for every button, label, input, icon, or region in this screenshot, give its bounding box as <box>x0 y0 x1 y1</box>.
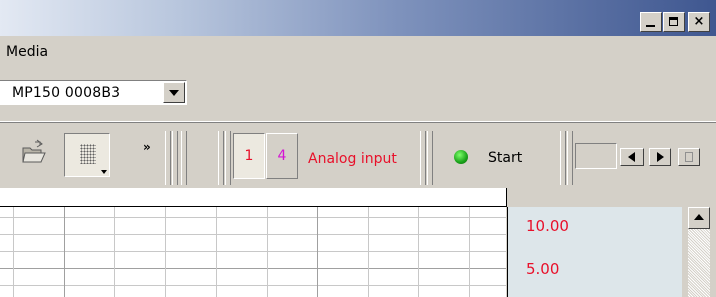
grid-line <box>0 234 506 235</box>
scale-panel: 10.00 5.00 <box>507 207 682 297</box>
maximize-button[interactable] <box>663 12 685 32</box>
device-select[interactable]: MP150 0008B3 <box>0 80 187 105</box>
grid-line <box>0 268 506 269</box>
device-select-value: MP150 0008B3 <box>12 85 121 101</box>
grid-line <box>267 207 268 297</box>
arrow-right-icon <box>657 152 664 162</box>
grid-line <box>216 207 217 297</box>
arrow-up-icon <box>694 214 704 220</box>
toolbar-grip[interactable] <box>420 131 426 185</box>
grid-line <box>418 207 419 297</box>
close-button[interactable]: × <box>688 12 710 32</box>
title-bar: × <box>0 0 716 36</box>
grid-line <box>64 207 65 297</box>
toolbar-grip[interactable] <box>567 131 573 185</box>
grid-line <box>317 207 318 297</box>
extra-button[interactable] <box>678 148 700 166</box>
channel-1-label: 1 <box>244 148 254 164</box>
grid-line <box>0 251 506 252</box>
channel-4-label: 4 <box>277 148 287 164</box>
close-icon: × <box>693 14 705 29</box>
analog-input-label: Analog input <box>308 151 397 167</box>
previous-button[interactable] <box>620 148 644 166</box>
toolbar-overflow-icon[interactable]: » <box>143 140 151 154</box>
grid-line <box>368 207 369 297</box>
grid-line <box>13 207 14 297</box>
window-controls: × <box>639 12 710 32</box>
channel-1-button[interactable]: 1 <box>233 133 265 179</box>
toolbar-separator <box>181 131 187 185</box>
window-border <box>711 207 716 297</box>
toolbar-separator <box>172 131 178 185</box>
status-indicator-icon <box>454 150 468 164</box>
grid-line <box>0 217 506 218</box>
channel-4-button[interactable]: 4 <box>266 133 298 179</box>
toolbar: » 1 4 Analog input Start <box>0 122 716 189</box>
grid-line <box>114 207 115 297</box>
toolbar-grip[interactable] <box>225 131 231 185</box>
graph-header-right <box>507 188 716 206</box>
grid-line <box>469 207 470 297</box>
chevron-down-icon <box>169 90 179 96</box>
scale-value-middle: 5.00 <box>526 260 560 278</box>
toolbar-grip[interactable] <box>165 131 171 185</box>
scroll-up-button[interactable] <box>688 207 710 229</box>
menu-media[interactable]: Media <box>6 44 48 60</box>
menu-bar: Media <box>0 36 716 68</box>
toolbar-grip[interactable] <box>560 131 566 185</box>
graph-header <box>0 188 507 207</box>
dropdown-arrow-icon <box>101 170 107 174</box>
grid-toggle-button[interactable] <box>64 133 110 177</box>
grid-line <box>165 207 166 297</box>
toolbar-grip[interactable] <box>218 131 224 185</box>
open-folder-icon[interactable] <box>20 139 48 167</box>
arrow-left-icon <box>628 152 635 162</box>
vertical-scrollbar[interactable] <box>688 207 710 297</box>
next-button[interactable] <box>649 148 671 166</box>
grid-icon <box>80 144 96 164</box>
document-icon <box>685 152 693 162</box>
device-dropdown-button[interactable] <box>163 82 185 103</box>
start-button[interactable]: Start <box>488 150 522 166</box>
position-field[interactable] <box>575 143 617 169</box>
toolbar-grip[interactable] <box>427 131 433 185</box>
maximize-icon <box>669 17 678 26</box>
grid-line <box>0 285 506 286</box>
minimize-icon <box>646 25 655 27</box>
scale-value-top: 10.00 <box>526 217 569 235</box>
graph-plot-area[interactable] <box>0 207 506 297</box>
minimize-button[interactable] <box>640 12 662 32</box>
device-bar: MP150 0008B3 <box>0 68 716 122</box>
